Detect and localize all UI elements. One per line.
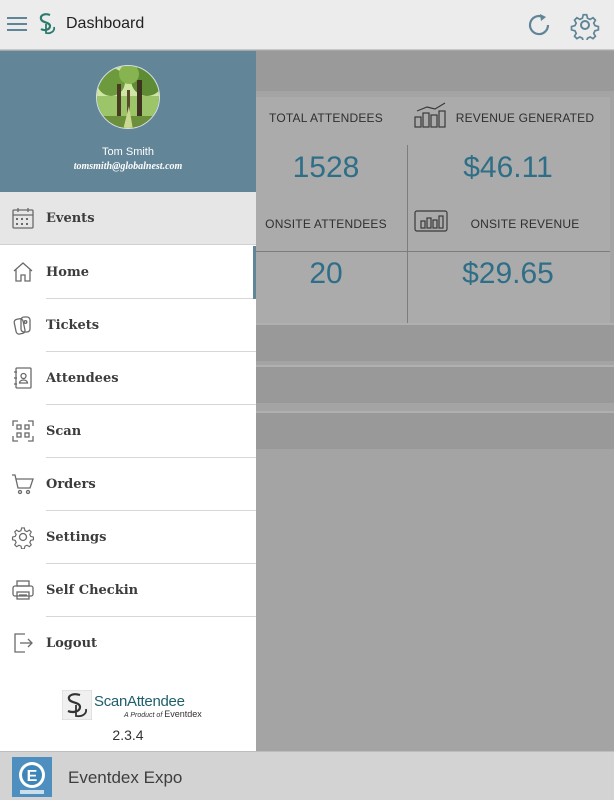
stat-label: TOTAL ATTENDEES	[269, 111, 383, 125]
menu-icon[interactable]	[6, 13, 28, 35]
page-title: Dashboard	[66, 15, 145, 32]
cart-icon	[12, 474, 34, 495]
drawer-item-self-checkin[interactable]: Self Checkin	[0, 564, 256, 617]
stat-value: 20	[309, 257, 343, 290]
app-version: 2.3.4	[112, 727, 144, 743]
refresh-icon[interactable]	[524, 10, 554, 40]
active-indicator	[253, 246, 256, 299]
stat-label: REVENUE GENERATED	[455, 111, 595, 125]
avatar	[96, 65, 160, 129]
attendees-icon	[14, 367, 32, 389]
app-logo-icon	[39, 13, 56, 35]
gear-icon	[11, 527, 34, 549]
calendar-icon	[12, 208, 34, 229]
drawer-item-orders[interactable]: Orders	[0, 458, 256, 511]
stat-value: 1528	[292, 151, 360, 184]
drawer-item-settings[interactable]: Settings	[0, 511, 256, 564]
eventdex-logo-icon: E	[12, 757, 52, 797]
stat-total-attendees: TOTAL ATTENDEES 1528	[227, 97, 425, 201]
stat-label: ONSITE ATTENDEES	[265, 217, 387, 231]
drawer-item-logout[interactable]: Logout	[0, 617, 256, 670]
drawer-item-label: Orders	[46, 477, 96, 492]
drawer-item-label: Tickets	[46, 318, 100, 333]
stat-value: $46.11	[463, 151, 553, 184]
settings-gear-icon[interactable]	[570, 10, 600, 40]
brand-subtitle-prefix: A Product of	[124, 712, 163, 719]
drawer-item-tickets[interactable]: Tickets	[0, 299, 256, 352]
brand-subtitle: A Product of Eventdex	[124, 709, 202, 719]
profile-header: Tom Smith tomsmith@globalnest.com	[0, 51, 256, 192]
tickets-icon	[13, 316, 31, 335]
drawer-item-label: Self Checkin	[46, 583, 139, 598]
home-icon	[13, 262, 33, 282]
divider	[256, 251, 610, 252]
drawer-item-label: Home	[46, 265, 89, 280]
avatar-forest-image	[97, 66, 159, 128]
drawer-item-home[interactable]: Home	[0, 246, 256, 299]
brand-name: ScanAttendee	[94, 693, 185, 710]
stat-label: ONSITE REVENUE	[470, 217, 580, 231]
scan-icon	[12, 420, 34, 442]
printer-icon	[12, 580, 34, 600]
drawer-item-label: Logout	[46, 636, 98, 651]
profile-name: Tom Smith	[102, 146, 154, 158]
event-bottom-bar[interactable]: E Eventdex Expo	[0, 751, 614, 800]
stat-revenue-generated: REVENUE GENERATED $46.11	[409, 97, 607, 201]
event-name: Eventdex Expo	[68, 768, 183, 787]
logout-icon	[14, 633, 33, 653]
scanattendee-logo: ScanAttendee A Product of Eventdex	[62, 690, 202, 722]
drawer-item-label: Settings	[46, 530, 107, 545]
app-bar: Dashboard	[0, 0, 614, 50]
drawer-item-label: Events	[46, 211, 95, 226]
navigation-drawer: Tom Smith tomsmith@globalnest.com Events…	[0, 51, 256, 751]
drawer-item-scan[interactable]: Scan	[0, 405, 256, 458]
drawer-item-attendees[interactable]: Attendees	[0, 352, 256, 405]
stat-value: $29.65	[462, 257, 554, 290]
scanattendee-logo-icon	[62, 690, 92, 720]
drawer-item-label: Scan	[46, 424, 82, 439]
svg-text:E: E	[27, 768, 38, 785]
stat-onsite-attendees: ONSITE ATTENDEES 20	[227, 203, 425, 307]
drawer-item-label: Attendees	[46, 371, 119, 386]
profile-email: tomsmith@globalnest.com	[73, 161, 183, 172]
drawer-item-events[interactable]: Events	[0, 192, 256, 245]
stat-onsite-revenue: ONSITE REVENUE $29.65	[409, 203, 607, 307]
brand-company: Eventdex	[164, 709, 202, 719]
